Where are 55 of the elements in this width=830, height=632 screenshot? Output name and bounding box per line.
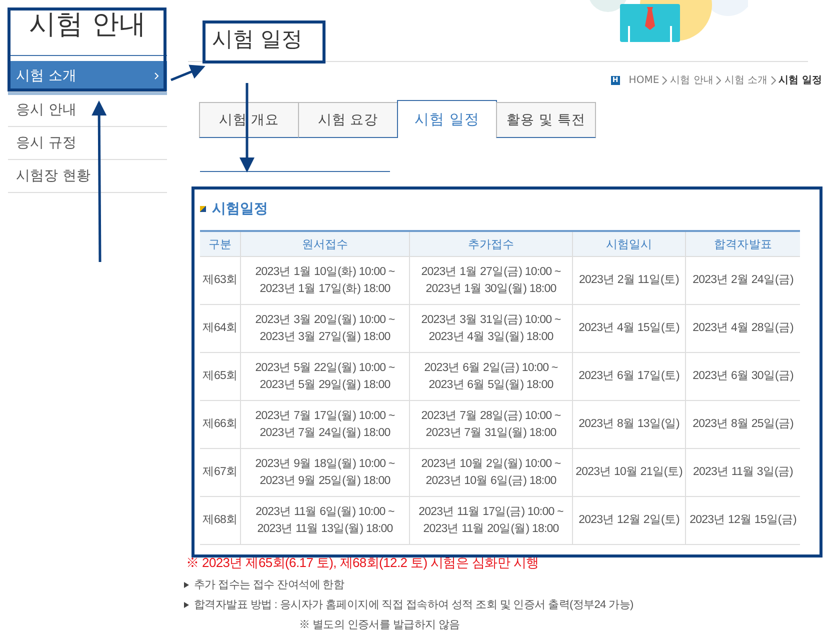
table-cell: 제67회 — [200, 448, 240, 496]
table-cell: 2023년 5월 22일(월) 10:00 ~ 2023년 5월 29일(월) 18:00 — [240, 352, 410, 400]
table-cell: 제64회 — [200, 304, 240, 352]
table-cell: 제68회 — [200, 496, 240, 544]
chevron-right-icon — [770, 76, 776, 84]
triangle-bullet-icon — [184, 582, 189, 588]
column-header: 추가접수 — [410, 231, 572, 256]
sidebar-title: 시험 안내 — [8, 0, 167, 56]
column-header: 원서접수 — [240, 231, 410, 256]
table-cell: 2023년 4월 15일(토) — [572, 304, 686, 352]
page-title: 시험 일정 — [212, 26, 303, 52]
table-cell: 2023년 9월 18일(월) 10:00 ~ 2023년 9월 25일(월) 18:00 — [240, 448, 410, 496]
square-bullet-icon — [200, 206, 206, 212]
table-cell: 2023년 1월 10일(화) 10:00 ~ 2023년 1월 17일(화) 18:00 — [240, 256, 410, 304]
breadcrumb-link[interactable]: 시험 일정 — [778, 73, 822, 87]
note-text: 추가 접수는 접수 잔여석에 한함 — [194, 578, 344, 592]
column-header: 시험일시 — [572, 231, 686, 256]
table-cell: 2023년 10월 21일(토) — [572, 448, 686, 496]
chevron-right-icon — [154, 72, 159, 80]
chevron-right-icon — [662, 76, 668, 84]
note-text: 합격자발표 방법 : 응시자가 홈페이지에 직접 접속하여 성적 조회 및 인증서 출력(정부24 가능) — [194, 598, 634, 612]
table-cell: 2023년 1월 27일(금) 10:00 ~ 2023년 1월 30일(월) 18:00 — [410, 256, 572, 304]
breadcrumb-link[interactable]: HOME — [628, 74, 660, 86]
table-cell: 제66회 — [200, 400, 240, 448]
table-cell: 2023년 6월 2일(금) 10:00 ~ 2023년 6월 5일(월) 18:00 — [410, 352, 572, 400]
triangle-bullet-icon — [184, 602, 189, 608]
chevron-right-icon — [716, 76, 722, 84]
tab[interactable]: 시험 개요 — [199, 102, 299, 138]
section-title: 시험일정 — [212, 200, 268, 218]
table-cell: 2023년 7월 17일(월) 10:00 ~ 2023년 7월 24일(월) 18:00 — [240, 400, 410, 448]
table-cell: 2023년 12월 2일(토) — [572, 496, 686, 544]
warning-note: ※ 2023년 제65회(6.17 토), 제68회(12.2 토) 시험은 심화만 시행 — [186, 554, 540, 572]
column-header: 합격자발표 — [686, 231, 800, 256]
breadcrumb-link[interactable]: 시험 안내 — [670, 73, 714, 87]
table-cell: 2023년 10월 2일(월) 10:00 ~ 2023년 10월 6일(금) 18:00 — [410, 448, 572, 496]
tab[interactable]: 활용 및 특전 — [496, 102, 596, 138]
sidebar-item[interactable]: 응시 규정 — [8, 127, 167, 160]
table-cell: 2023년 11월 6일(월) 10:00 ~ 2023년 11월 13일(월) 18:00 — [240, 496, 410, 544]
table-cell: 2023년 8월 13일(일) — [572, 400, 686, 448]
sidebar-item[interactable]: 응시 안내 — [8, 94, 167, 127]
table-cell: 2023년 3월 31일(금) 10:00 ~ 2023년 4월 3일(월) 18:00 — [410, 304, 572, 352]
breadcrumb-link[interactable]: 시험 소개 — [724, 73, 768, 87]
table-cell: 2023년 2월 11일(토) — [572, 256, 686, 304]
tab[interactable]: 시험 요강 — [298, 102, 398, 138]
table-cell: 2023년 6월 17일(토) — [572, 352, 686, 400]
column-header: 구분 — [200, 231, 240, 256]
table-cell: 제65회 — [200, 352, 240, 400]
table-cell: 2023년 3월 20일(월) 10:00 ~ 2023년 3월 27일(월) 18:00 — [240, 304, 410, 352]
annotation-arrow — [170, 64, 206, 82]
table-cell: 제63회 — [200, 256, 240, 304]
table-cell: 2023년 11월 17일(금) 10:00 ~ 2023년 11월 20일(월) 18:00 — [410, 496, 572, 544]
tab[interactable]: 시험 일정 — [397, 100, 497, 138]
sidebar-item[interactable]: 시험장 현황 — [8, 160, 167, 193]
table-cell: 2023년 7월 28일(금) 10:00 ~ 2023년 7월 31일(월) 18:00 — [410, 400, 572, 448]
note-text: ※ 별도의 인증서를 발급하지 않음 — [299, 618, 461, 632]
